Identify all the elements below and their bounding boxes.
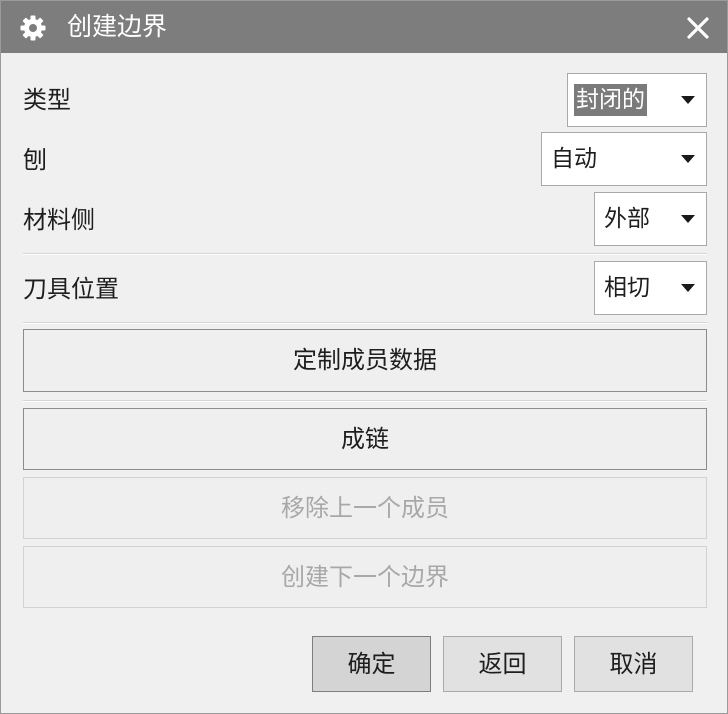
- dialog-title: 创建边界: [67, 12, 168, 41]
- type-label: 类型: [23, 86, 71, 114]
- gear-icon: [20, 15, 46, 41]
- create-boundary-dialog: 创建边界 类型 封闭的 刨 自动 材料侧 外部 刀具位置 相切 定制成员数据 成…: [0, 0, 728, 714]
- cancel-button[interactable]: 取消: [574, 636, 693, 692]
- plane-dropdown[interactable]: 自动: [541, 132, 707, 186]
- divider: [23, 253, 707, 255]
- tool-position-dropdown-value: 相切: [604, 275, 650, 301]
- tool-position-label: 刀具位置: [23, 275, 119, 303]
- chevron-down-icon: [681, 96, 695, 104]
- material-side-label: 材料侧: [23, 206, 95, 234]
- ok-button[interactable]: 确定: [312, 636, 431, 692]
- back-button[interactable]: 返回: [443, 636, 562, 692]
- chain-button[interactable]: 成链: [23, 408, 707, 470]
- plane-label: 刨: [23, 146, 47, 174]
- remove-previous-member-button[interactable]: 移除上一个成员: [23, 477, 707, 539]
- chevron-down-icon: [681, 215, 695, 223]
- close-icon[interactable]: [683, 13, 713, 43]
- divider: [23, 400, 707, 402]
- tool-position-dropdown[interactable]: 相切: [594, 261, 707, 315]
- divider: [23, 322, 707, 324]
- material-side-dropdown[interactable]: 外部: [594, 192, 707, 246]
- title-bar[interactable]: 创建边界: [1, 1, 727, 53]
- type-dropdown-value: 封闭的: [574, 84, 647, 116]
- material-side-dropdown-value: 外部: [604, 206, 650, 232]
- custom-member-data-button[interactable]: 定制成员数据: [23, 329, 707, 392]
- chevron-down-icon: [681, 284, 695, 292]
- chevron-down-icon: [681, 155, 695, 163]
- plane-dropdown-value: 自动: [551, 146, 597, 172]
- type-dropdown[interactable]: 封闭的: [567, 73, 707, 127]
- create-next-boundary-button[interactable]: 创建下一个边界: [23, 546, 707, 608]
